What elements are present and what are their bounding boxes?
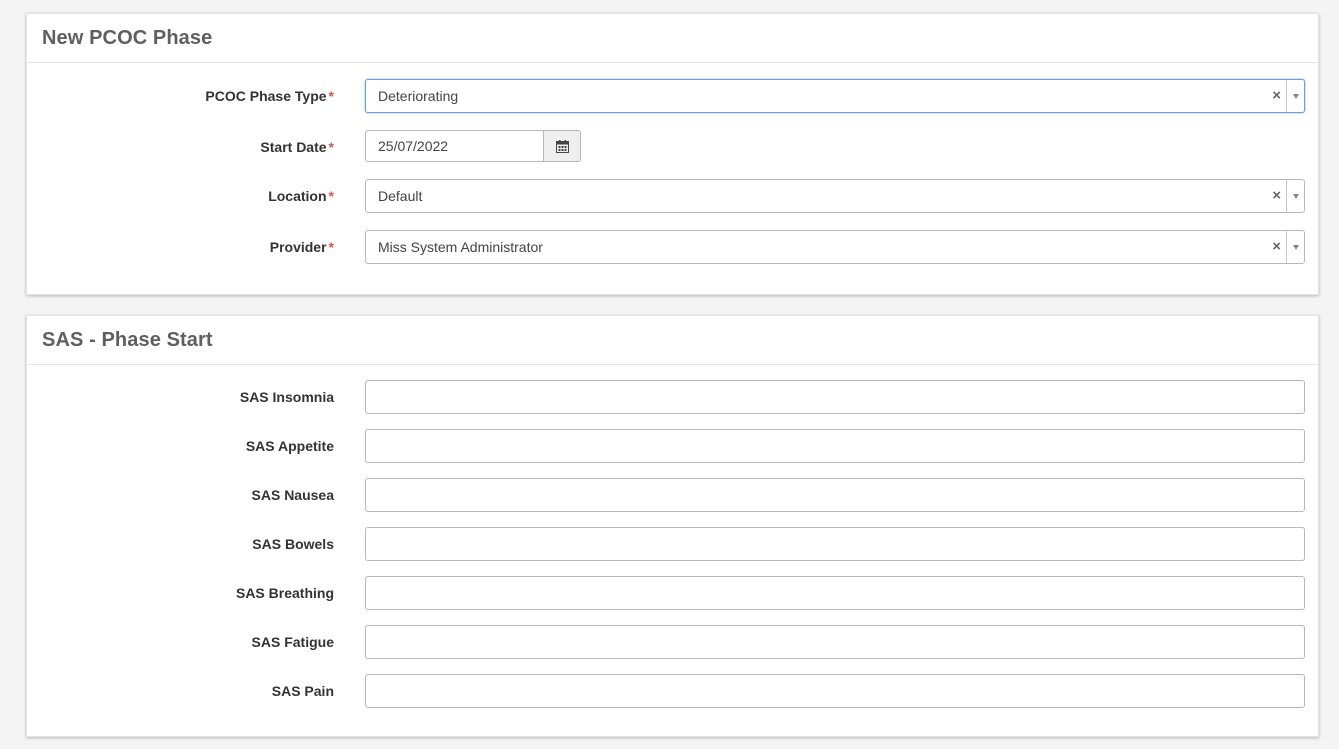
location-label: Location * [268,188,334,204]
panel-title: New PCOC Phase [42,26,213,49]
clear-icon[interactable]: × [1272,180,1281,212]
sas-nausea-label: SAS Nausea [251,487,334,503]
panel-header: SAS - Phase Start [27,316,1318,365]
clear-icon[interactable]: × [1272,231,1281,263]
sas-breathing-row: SAS Breathing [27,576,1318,610]
sas-insomnia-label: SAS Insomnia [239,389,334,405]
location-select[interactable]: Default × [365,179,1305,213]
start-date-input[interactable] [365,130,543,162]
sas-appetite-row: SAS Appetite [27,429,1318,463]
panel-title: SAS - Phase Start [42,328,213,351]
chevron-down-icon[interactable] [1286,231,1304,263]
sas-nausea-input[interactable] [365,478,1305,512]
provider-select[interactable]: Miss System Administrator × [365,230,1305,264]
sas-pain-row: SAS Pain [27,674,1318,708]
sas-fatigue-row: SAS Fatigue [27,625,1318,659]
phase-type-select[interactable]: Deteriorating × [365,79,1305,113]
phase-type-value: Deteriorating [378,88,459,104]
sas-nausea-row: SAS Nausea [27,478,1318,512]
sas-bowels-label: SAS Bowels [252,536,334,552]
sas-insomnia-row: SAS Insomnia [27,380,1318,414]
sas-bowels-row: SAS Bowels [27,527,1318,561]
new-pcoc-phase-panel: New PCOC Phase PCOC Phase Type * Deterior… [26,13,1319,295]
required-marker: * [328,188,334,204]
start-date-row: Start Date * [27,130,1318,164]
calendar-button[interactable] [543,130,581,162]
required-marker: * [328,88,334,104]
sas-phase-start-panel: SAS - Phase Start SAS Insomnia SAS Appet… [26,315,1319,737]
clear-icon[interactable]: × [1272,80,1281,112]
phase-type-row: PCOC Phase Type * Deteriorating × [27,79,1318,113]
phase-type-label: PCOC Phase Type * [205,88,334,104]
sas-breathing-input[interactable] [365,576,1305,610]
sas-fatigue-label: SAS Fatigue [251,634,334,650]
sas-pain-label: SAS Pain [271,683,334,699]
required-marker: * [328,139,334,155]
required-marker: * [328,239,334,255]
location-value: Default [378,188,423,204]
sas-appetite-input[interactable] [365,429,1305,463]
provider-value: Miss System Administrator [378,239,543,255]
chevron-down-icon[interactable] [1286,180,1304,212]
sas-breathing-label: SAS Breathing [235,585,334,601]
provider-row: Provider * Miss System Administrator × [27,230,1318,264]
location-row: Location * Default × [27,179,1318,213]
calendar-icon [555,139,569,153]
provider-label: Provider * [269,239,334,255]
sas-fatigue-input[interactable] [365,625,1305,659]
sas-insomnia-input[interactable] [365,380,1305,414]
chevron-down-icon[interactable] [1286,80,1304,112]
sas-appetite-label: SAS Appetite [245,438,334,454]
panel-header: New PCOC Phase [27,14,1318,63]
start-date-label: Start Date * [260,139,334,155]
sas-bowels-input[interactable] [365,527,1305,561]
sas-pain-input[interactable] [365,674,1305,708]
